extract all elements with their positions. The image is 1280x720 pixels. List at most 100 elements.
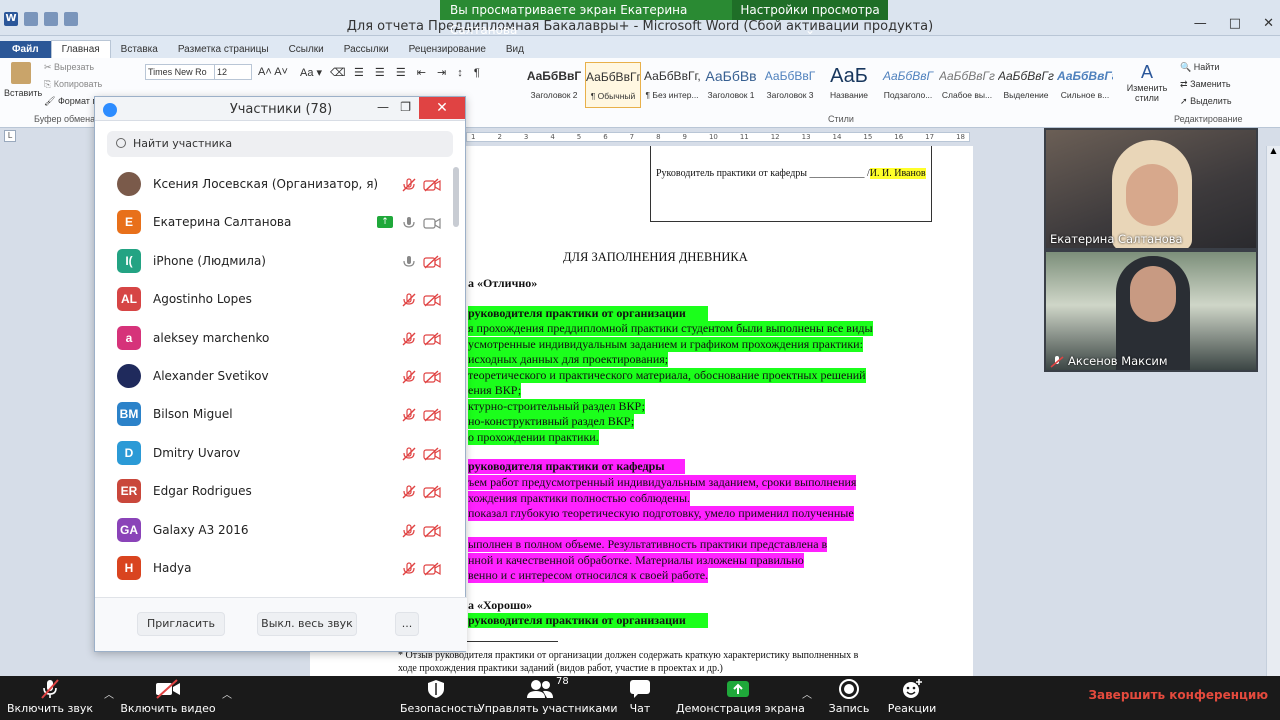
tab-home[interactable]: Главная — [50, 40, 111, 58]
font-size-select[interactable]: 12 — [214, 64, 252, 80]
participant-row[interactable]: a aleksey marchenko — [95, 319, 467, 357]
mic-icon[interactable] — [401, 215, 417, 229]
minimize-button[interactable]: — — [1194, 16, 1207, 31]
paragraph-tools[interactable]: ☰ ☰ ☰ ⇤ ⇥ ↕ ¶ — [354, 66, 484, 79]
dept-line: ыполнен в полном объеме. Результативност… — [468, 537, 828, 552]
style-emphasis[interactable]: АаБбВвГг, Выделение — [998, 62, 1054, 108]
maximize-button[interactable]: □ — [1229, 16, 1241, 31]
tab-page-layout[interactable]: Разметка страницы — [168, 41, 279, 58]
mic-muted-icon[interactable] — [401, 446, 417, 461]
participants-scrollbar[interactable] — [453, 167, 459, 227]
style-heading-2[interactable]: АаБбВвГ Заголовок 2 — [526, 62, 582, 108]
video-options-caret-icon[interactable]: ︿ — [222, 686, 232, 701]
tab-references[interactable]: Ссылки — [279, 41, 334, 58]
style-intense-emphasis[interactable]: АаБбВвГг Сильное в... — [1057, 62, 1113, 108]
tab-insert[interactable]: Вставка — [111, 41, 168, 58]
mic-muted-icon[interactable] — [401, 177, 417, 192]
mic-muted-icon[interactable] — [401, 407, 417, 422]
close-button[interactable]: ✕ — [1263, 16, 1274, 31]
ruler-scale[interactable]: 1 2 3 4 5 6 7 8 9 10 11 12 13 14 15 16 17 18 — [466, 132, 970, 142]
participant-row[interactable]: Е Екатерина Салтанова ↑ — [95, 203, 467, 241]
change-case-icon[interactable]: Aa ▾ — [300, 66, 322, 79]
document-scrollbar[interactable]: ▲ — [1266, 146, 1280, 676]
tab-selector-icon[interactable]: L — [4, 130, 16, 142]
mic-muted-icon[interactable] — [401, 292, 417, 307]
style-subtle-emphasis[interactable]: АаБбВвГг, Слабое вы... — [939, 62, 995, 108]
security-button[interactable]: Безопасность — [400, 676, 480, 720]
panel-close-button[interactable]: ✕ — [419, 97, 465, 119]
manage-participants-button[interactable]: 78 Управлять участниками — [478, 676, 618, 720]
participant-row[interactable]: GA Galaxy A3 2016 — [95, 511, 467, 549]
avatar — [117, 172, 141, 196]
copy-button[interactable]: ⎘ Копировать — [44, 79, 102, 90]
participant-row[interactable]: D Dmitry Uvarov — [95, 434, 467, 472]
cut-button[interactable]: ✂ Вырезать — [44, 62, 94, 73]
mic-muted-icon[interactable] — [401, 484, 417, 499]
chat-button[interactable]: Чат — [618, 676, 662, 720]
video-tile-presenter[interactable]: Екатерина Салтанова — [1044, 128, 1258, 250]
participant-row[interactable]: Alexander Svetikov — [95, 357, 467, 395]
video-off-icon[interactable] — [423, 484, 441, 499]
tab-mailings[interactable]: Рассылки — [334, 41, 399, 58]
find-button[interactable]: 🔍 Найти — [1180, 62, 1219, 73]
style-heading-3[interactable]: АаБбВвГ Заголовок 3 — [762, 62, 818, 108]
tab-file[interactable]: Файл — [0, 41, 51, 58]
clear-format-icon[interactable]: ⌫ — [330, 66, 346, 79]
share-options-caret-icon[interactable]: ︿ — [802, 686, 812, 701]
video-off-icon[interactable] — [423, 446, 441, 461]
change-styles-button[interactable]: A Изменить стили — [1124, 62, 1170, 103]
video-off-icon[interactable] — [423, 561, 441, 576]
participant-row[interactable]: H Hadya — [95, 549, 467, 587]
participant-count: 78 — [556, 676, 569, 687]
share-screen-button[interactable]: Демонстрация экрана — [676, 676, 805, 720]
tab-view[interactable]: Вид — [496, 41, 534, 58]
mic-muted-icon[interactable] — [401, 561, 417, 576]
video-off-icon[interactable] — [423, 407, 441, 422]
mute-all-button[interactable]: Выкл. весь звук — [257, 612, 357, 636]
record-button[interactable]: Запись — [826, 676, 872, 720]
tab-review[interactable]: Рецензирование — [399, 41, 496, 58]
select-button[interactable]: ➚ Выделить — [1180, 96, 1232, 107]
grow-font-icon[interactable]: A˄ A˅ — [258, 66, 288, 78]
mic-muted-icon[interactable] — [401, 523, 417, 538]
reactions-button[interactable]: Реакции — [886, 676, 938, 720]
invite-button[interactable]: Пригласить — [137, 612, 225, 636]
more-button[interactable]: ... — [395, 612, 419, 636]
scroll-up-icon[interactable]: ▲ — [1267, 146, 1280, 155]
view-options-button[interactable]: Настройки просмотра ⌄ — [732, 0, 888, 37]
participant-row[interactable]: ER Edgar Rodrigues — [95, 472, 467, 510]
audio-options-caret-icon[interactable]: ︿ — [104, 686, 114, 701]
participant-row[interactable]: BM Bilson Miguel — [95, 395, 467, 433]
video-off-icon[interactable] — [423, 254, 441, 269]
style-normal[interactable]: АаБбВвГг, ¶ Обычный — [585, 62, 641, 108]
mic-icon[interactable] — [401, 254, 417, 268]
style-title[interactable]: АаБ Название — [821, 62, 877, 108]
style-subtitle[interactable]: АаБбВвГ Подзаголо... — [880, 62, 936, 108]
participant-row[interactable]: AL Agostinho Lopes — [95, 280, 467, 318]
video-off-icon[interactable] — [423, 331, 441, 346]
video-off-icon[interactable] — [423, 177, 441, 192]
video-off-icon[interactable] — [423, 523, 441, 538]
panel-popout-button[interactable]: ❐ — [400, 100, 411, 114]
participant-row[interactable]: I(iPhone (Людмила) — [95, 242, 467, 280]
dept-line: ъем работ предусмотренный индивидуальным… — [468, 475, 857, 490]
replace-button[interactable]: ⇄ Заменить — [1180, 79, 1231, 90]
end-meeting-button[interactable]: Завершить конференцию — [1088, 688, 1268, 702]
mic-muted-icon[interactable] — [401, 331, 417, 346]
org-line: исходных данных для проектирования; — [468, 352, 669, 367]
format-painter-button[interactable]: 🖌 Формат п — [44, 96, 97, 107]
video-tile-participant[interactable]: Аксенов Максим — [1044, 250, 1258, 372]
mic-muted-icon[interactable] — [401, 369, 417, 384]
video-off-icon[interactable] — [423, 369, 441, 384]
style-no-spacing[interactable]: АаБбВвГг, ¶ Без интер... — [644, 62, 700, 108]
search-participant-input[interactable]: Найти участника — [107, 131, 453, 157]
dept-line: хождения практики полностью соблюдены. — [468, 490, 691, 506]
paste-button[interactable]: Вставить — [4, 62, 42, 106]
style-heading-1[interactable]: АаБбВв Заголовок 1 — [703, 62, 759, 108]
start-video-button[interactable]: Включить видео — [118, 676, 218, 720]
video-icon[interactable] — [423, 215, 441, 230]
panel-minimize-button[interactable]: — — [377, 100, 389, 114]
video-off-icon[interactable] — [423, 292, 441, 307]
unmute-button[interactable]: Включить звук — [0, 676, 100, 720]
participant-row[interactable]: Ксения Лосевская (Организатор, я) — [95, 165, 467, 203]
